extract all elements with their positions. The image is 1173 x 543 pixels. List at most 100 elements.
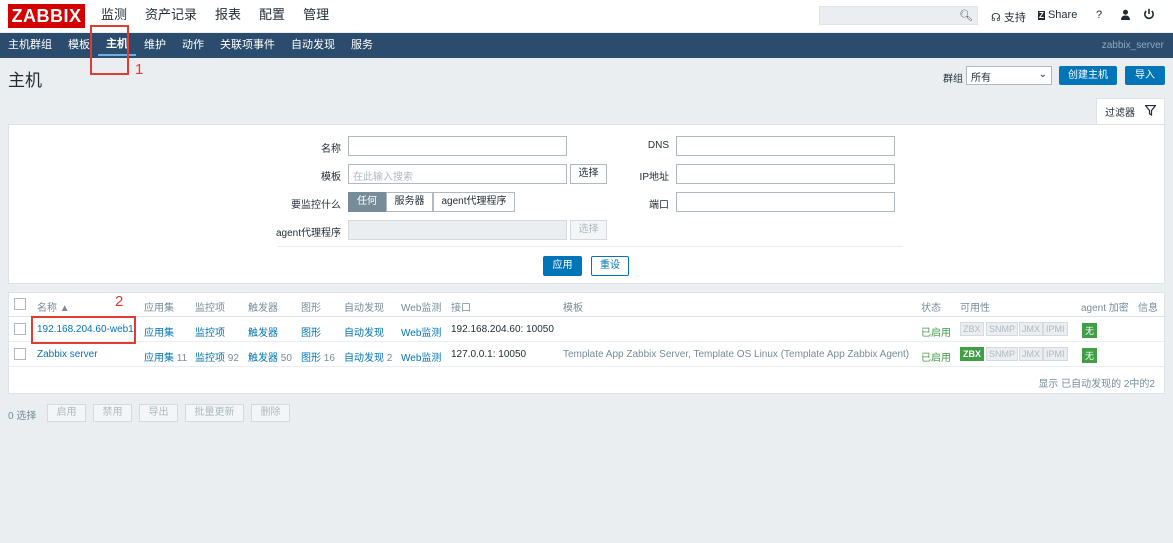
header-graphs: 图形 [301, 303, 321, 314]
logout-icon[interactable] [1143, 8, 1155, 23]
host-items-link[interactable]: 监控项 [195, 353, 225, 364]
annotation-number-1: 1 [135, 61, 144, 78]
filter-tab[interactable]: 过滤器 [1096, 98, 1165, 124]
header-info: 信息 [1138, 303, 1158, 314]
filter-name-label: 名称 [321, 144, 341, 155]
host-items-cell: 监控项 92 [195, 349, 239, 364]
group-label: 群组 [943, 74, 963, 85]
header-triggers: 触发器 [248, 303, 278, 314]
avail-ipmi: IPMI [1043, 347, 1068, 361]
header-items: 监控项 [195, 303, 225, 314]
host-discovery-link[interactable]: 自动发现 [344, 353, 384, 364]
submenu-actions[interactable]: 动作 [174, 33, 212, 58]
filter-apply-button[interactable]: 应用 [543, 256, 582, 276]
header-templates: 模板 [563, 303, 583, 314]
encryption-badge: 无 [1082, 323, 1098, 338]
filter-template-input[interactable]: 在此输入搜索 [348, 164, 567, 184]
menu-inventory[interactable]: 资产记录 [136, 0, 206, 33]
submenu-services[interactable]: 服务 [343, 33, 381, 58]
filter-ip-input[interactable] [676, 164, 895, 184]
search-icon[interactable]: 🔍︎ [959, 9, 973, 22]
bulk-mass-update-button[interactable]: 批量更新 [185, 404, 244, 422]
host-web-link[interactable]: Web监测 [401, 324, 441, 339]
support-label: 支持 [1003, 12, 1026, 24]
host-status-link[interactable]: 已启用 [921, 324, 951, 339]
filter-port-input[interactable] [676, 192, 895, 212]
filter-port-label: 端口 [649, 200, 669, 211]
host-name-link[interactable]: Zabbix server [37, 349, 98, 360]
host-triggers-link[interactable]: 触发器 [248, 353, 278, 364]
header-discovery: 自动发现 [344, 303, 384, 314]
search-input[interactable]: 🔍︎ [819, 6, 978, 25]
menu-reports[interactable]: 报表 [206, 0, 250, 33]
host-graphs-link[interactable]: 图形 [301, 324, 321, 339]
bulk-enable-button[interactable]: 启用 [47, 404, 86, 422]
filter-dns-input[interactable] [676, 136, 895, 156]
host-apps-link[interactable]: 应用集 [144, 324, 174, 339]
submenu-maintenance[interactable]: 维护 [136, 33, 174, 58]
headset-icon: ☊ [991, 12, 1001, 24]
menu-administration[interactable]: 管理 [294, 0, 338, 33]
annotation-box-host-link [31, 316, 136, 344]
monitor-any-option[interactable]: 任何 [348, 192, 386, 212]
host-apps-link[interactable]: 应用集 [144, 353, 174, 364]
host-discovery-cell: 自动发现 2 [344, 349, 392, 364]
avail-ipmi: IPMI [1043, 322, 1068, 336]
host-triggers-link[interactable]: 触发器 [248, 324, 278, 339]
host-discovery-count: 2 [386, 353, 393, 364]
user-profile-icon[interactable] [1120, 9, 1131, 23]
filter-name-input[interactable] [348, 136, 567, 156]
submenu-host-groups[interactable]: 主机群组 [0, 33, 60, 58]
sub-menu: 主机群组 模板 主机 维护 动作 关联项事件 自动发现 服务 [0, 33, 381, 58]
avail-zbx: ZBX [960, 347, 984, 361]
host-discovery-link[interactable]: 自动发现 [344, 324, 384, 339]
row-checkbox[interactable] [14, 323, 26, 335]
host-items-link[interactable]: 监控项 [195, 324, 225, 339]
page-title: 主机 [8, 71, 42, 90]
host-items-count: 92 [227, 353, 239, 364]
avail-jmx: JMX [1019, 347, 1043, 361]
chevron-down-icon: ⌄ [1038, 69, 1047, 80]
monitor-server-option[interactable]: 服务器 [386, 192, 433, 212]
create-host-button[interactable]: 创建主机 [1059, 66, 1117, 85]
help-button[interactable]: ? [1096, 9, 1102, 21]
avail-snmp: SNMP [986, 322, 1019, 336]
filter-monitor-label: 要监控什么 [291, 200, 341, 211]
group-select[interactable]: 所有 ⌄ [966, 66, 1052, 85]
row-checkbox[interactable] [14, 348, 26, 360]
submenu-discovery[interactable]: 自动发现 [283, 33, 343, 58]
host-templates[interactable]: Template App Zabbix Server, Template OS … [563, 349, 909, 360]
host-graphs-count: 16 [323, 353, 335, 364]
host-graphs-cell: 图形 16 [301, 349, 335, 364]
host-interface: 127.0.0.1: 10050 [451, 349, 527, 360]
select-all-checkbox[interactable] [14, 298, 26, 310]
submenu-correlation[interactable]: 关联项事件 [212, 33, 283, 58]
bulk-delete-button[interactable]: 删除 [251, 404, 290, 422]
import-button[interactable]: 导入 [1125, 66, 1165, 85]
menu-configuration[interactable]: 配置 [250, 0, 294, 33]
proxy-select-button: 选择 [570, 220, 607, 240]
filter-ip-label: IP地址 [639, 172, 669, 183]
share-z-icon: Z [1038, 11, 1045, 20]
hosts-table: 名称 ▲ 应用集 监控项 触发器 图形 自动发现 Web监测 接口 模板 状态 … [8, 292, 1165, 394]
host-status-link[interactable]: 已启用 [921, 349, 951, 364]
support-link[interactable]: ☊ 支持 [991, 9, 1026, 25]
top-bar: ZABBIX 监测 资产记录 报表 配置 管理 🔍︎ ☊ 支持 Z Share … [0, 0, 1173, 33]
filter-divider [277, 246, 903, 247]
host-triggers-cell: 触发器 50 [248, 349, 292, 364]
host-web-link[interactable]: Web监测 [401, 349, 441, 364]
avail-snmp: SNMP [986, 347, 1019, 361]
filter-reset-button[interactable]: 重设 [591, 256, 629, 276]
header-status: 状态 [921, 303, 941, 314]
template-select-button[interactable]: 选择 [570, 164, 607, 184]
header-interface: 接口 [451, 303, 471, 314]
share-link[interactable]: Z Share [1038, 9, 1077, 21]
zabbix-logo[interactable]: ZABBIX [8, 4, 85, 28]
host-graphs-link[interactable]: 图形 [301, 353, 321, 364]
filter-tab-label: 过滤器 [1105, 108, 1135, 119]
bulk-export-button[interactable]: 导出 [139, 404, 178, 422]
monitor-agent-option[interactable]: agent代理程序 [433, 192, 515, 212]
bulk-disable-button[interactable]: 禁用 [93, 404, 132, 422]
header-name-sort[interactable]: 名称 ▲ [37, 299, 70, 314]
host-interface: 192.168.204.60: 10050 [451, 324, 554, 335]
